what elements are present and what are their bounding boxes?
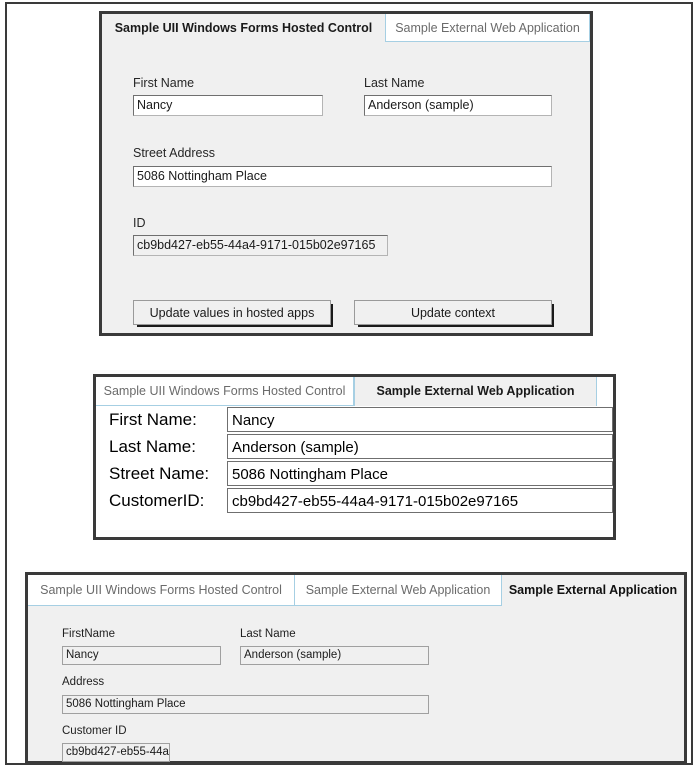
panel2-row-last-name: Last Name: Anderson (sample)	[96, 433, 613, 460]
panel2-street-name-input[interactable]: 5086 Nottingham Place	[227, 461, 613, 486]
panel3-tab-external-application[interactable]: Sample External Application	[502, 575, 684, 606]
panel2-street-name-label: Street Name:	[109, 464, 210, 483]
panel1-street-address-input[interactable]: 5086 Nottingham Place	[133, 166, 552, 187]
panel3-tab-winforms-hosted-control[interactable]: Sample UII Windows Forms Hosted Control	[28, 575, 295, 606]
panel3-last-name-label: Last Name	[240, 628, 296, 640]
panel3-address-input[interactable]: 5086 Nottingham Place	[62, 695, 429, 714]
panel2-row-first-name: First Name: Nancy	[96, 406, 613, 433]
panel3-last-name-input[interactable]: Anderson (sample)	[240, 646, 429, 665]
panel1-tabstrip: Sample UII Windows Forms Hosted Control …	[102, 14, 590, 42]
panel3-customer-id-input[interactable]: cb9bd427-eb55-44a4	[62, 743, 170, 762]
panel2-customer-id-input[interactable]: cb9bd427-eb55-44a4-9171-015b02e97165	[227, 488, 613, 513]
external-application-panel: Sample UII Windows Forms Hosted Control …	[25, 572, 687, 764]
panel1-body: First Name Nancy Last Name Anderson (sam…	[102, 42, 590, 333]
panel3-first-name-label: FirstName	[62, 628, 116, 640]
panel1-street-address-label: Street Address	[133, 146, 215, 160]
panel2-row-customer-id: CustomerID: cb9bd427-eb55-44a4-9171-015b…	[96, 487, 613, 514]
panel2-last-name-input[interactable]: Anderson (sample)	[227, 434, 613, 459]
panel1-tab-winforms-hosted-control[interactable]: Sample UII Windows Forms Hosted Control	[102, 14, 385, 42]
panel3-address-label: Address	[62, 676, 105, 688]
page-frame: Sample UII Windows Forms Hosted Control …	[5, 2, 693, 765]
panel2-last-name-label: Last Name:	[109, 437, 196, 456]
update-values-in-hosted-apps-button[interactable]: Update values in hosted apps	[133, 300, 331, 325]
panel1-id-label: ID	[133, 216, 146, 230]
panel3-customer-id-label: Customer ID	[62, 725, 127, 737]
panel2-customer-id-label: CustomerID:	[109, 491, 205, 510]
panel2-tab-winforms-hosted-control[interactable]: Sample UII Windows Forms Hosted Control	[96, 377, 354, 406]
panel1-last-name-label: Last Name	[364, 76, 425, 90]
panel1-first-name-label: First Name	[133, 76, 195, 90]
panel3-body: FirstName Nancy Last Name Anderson (samp…	[28, 606, 684, 762]
panel2-first-name-label: First Name:	[109, 410, 197, 429]
panel3-tabstrip: Sample UII Windows Forms Hosted Control …	[28, 575, 684, 606]
panel3-tab-external-web-application[interactable]: Sample External Web Application	[295, 575, 502, 606]
update-context-button[interactable]: Update context	[354, 300, 552, 325]
external-web-application-panel: Sample UII Windows Forms Hosted Control …	[93, 374, 616, 540]
winforms-hosted-control-panel: Sample UII Windows Forms Hosted Control …	[99, 11, 593, 336]
panel2-form: First Name: Nancy Last Name: Anderson (s…	[96, 406, 613, 537]
panel1-last-name-input[interactable]: Anderson (sample)	[364, 95, 552, 116]
panel2-row-street-name: Street Name: 5086 Nottingham Place	[96, 460, 613, 487]
panel1-tab-external-web-application[interactable]: Sample External Web Application	[385, 14, 590, 42]
panel2-first-name-input[interactable]: Nancy	[227, 407, 613, 432]
panel1-first-name-input[interactable]: Nancy	[133, 95, 323, 116]
panel3-first-name-input[interactable]: Nancy	[62, 646, 221, 665]
panel2-tab-external-web-application[interactable]: Sample External Web Application	[354, 377, 597, 406]
panel2-tabstrip: Sample UII Windows Forms Hosted Control …	[96, 377, 613, 406]
panel1-id-input[interactable]: cb9bd427-eb55-44a4-9171-015b02e97165	[133, 235, 388, 256]
